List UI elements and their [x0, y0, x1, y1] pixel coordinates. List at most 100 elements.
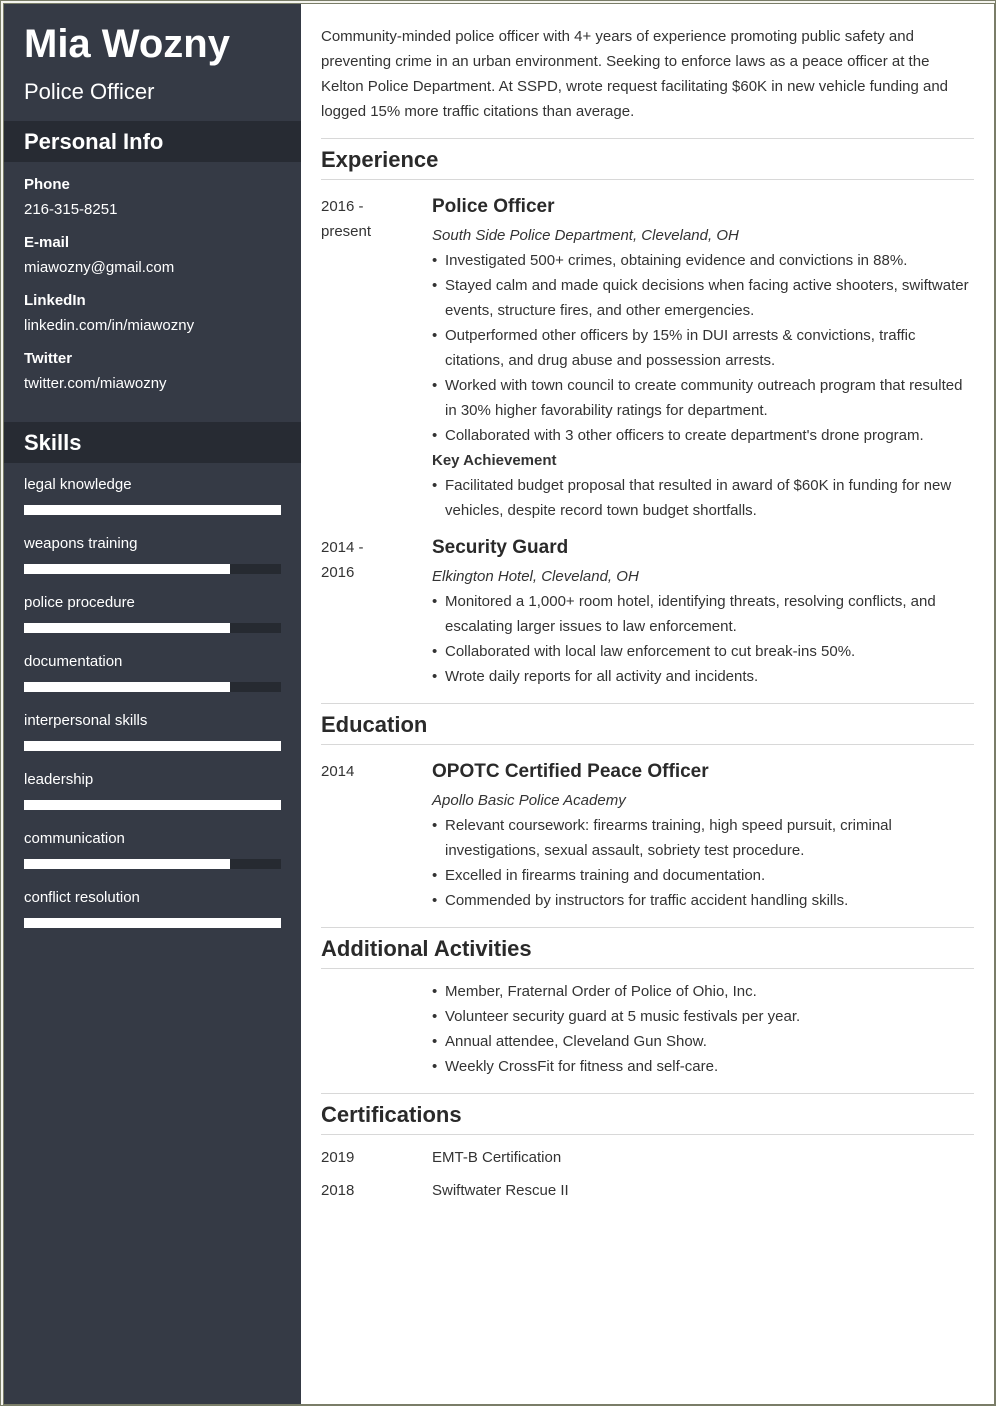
skill-level-fill [24, 564, 230, 574]
entry-body: Security Guard Elkington Hotel, Clevelan… [432, 535, 974, 689]
entry-date: 2014 - 2016 [321, 535, 432, 689]
skill-level-fill [24, 859, 230, 869]
skills-list: legal knowledge weapons training police pr… [4, 463, 301, 947]
skill-label: communication [24, 830, 125, 847]
bullet-item: Weekly CrossFit for fitness and self-car… [432, 1054, 974, 1079]
activities-entry: Member, Fraternal Order of Police of Ohi… [321, 969, 974, 1079]
experience-entry: 2016 - present Police Officer South Side… [321, 180, 974, 523]
twitter-link[interactable]: twitter.com/miawozny [24, 374, 281, 399]
job-title: Security Guard [432, 537, 569, 558]
bullet-list: Monitored a 1,000+ room hotel, identifyi… [432, 589, 974, 689]
sidebar-header: Mia Wozny Police Officer [4, 4, 301, 121]
skills-heading: Skills [4, 422, 301, 463]
cert-name: Swiftwater Rescue II [432, 1182, 569, 1199]
cert-year: 2019 [321, 1149, 355, 1166]
skill-level-fill [24, 505, 281, 515]
bullet-item: Investigated 500+ crimes, obtaining evid… [432, 248, 974, 273]
cert-row: 2018 Swiftwater Rescue II [321, 1174, 974, 1207]
skill-level-fill [24, 682, 230, 692]
experience-heading: Experience [321, 139, 974, 180]
bullet-item: Stayed calm and made quick decisions whe… [432, 273, 974, 323]
bullet-item: Collaborated with 3 other officers to cr… [432, 423, 974, 448]
experience-section: Experience 2016 - present Police Officer… [321, 139, 974, 704]
personal-info-list: Phone 216-315-8251 E-mail miawozny@gmail… [4, 162, 301, 422]
skill-level-fill [24, 623, 230, 633]
activities-heading: Additional Activities [321, 928, 974, 969]
skill-item: legal knowledge [24, 475, 281, 534]
skill-item: documentation [24, 652, 281, 711]
bullet-item: Annual attendee, Cleveland Gun Show. [432, 1029, 974, 1054]
skill-label: interpersonal skills [24, 712, 148, 729]
skill-label: conflict resolution [24, 889, 140, 906]
candidate-title: Police Officer [24, 79, 155, 104]
skill-level-bar [24, 623, 281, 633]
skill-level-bar [24, 505, 281, 515]
date-start: 2016 - [321, 198, 364, 215]
entry-body: Police Officer South Side Police Departm… [432, 194, 974, 523]
skill-item: conflict resolution [24, 888, 281, 947]
skill-level-bar [24, 682, 281, 692]
entry-body: Member, Fraternal Order of Police of Ohi… [432, 979, 974, 1079]
key-achievement-list: Facilitated budget proposal that resulte… [432, 473, 974, 523]
certifications-section: Certifications 2019 EMT-B Certification … [321, 1094, 974, 1221]
linkedin-link[interactable]: linkedin.com/in/miawozny [24, 316, 281, 341]
bullet-item: Worked with town council to create commu… [432, 373, 974, 423]
bullet-item: Collaborated with local law enforcement … [432, 639, 974, 664]
info-item-twitter: Twitter twitter.com/miawozny [24, 349, 281, 399]
bullet-item: Volunteer security guard at 5 music fest… [432, 1004, 974, 1029]
bullet-item: Relevant coursework: firearms training, … [432, 813, 974, 863]
entry-date: 2016 - present [321, 194, 432, 523]
date-start: 2014 - [321, 539, 364, 556]
info-item-email: E-mail miawozny@gmail.com [24, 233, 281, 283]
bullet-item: Commended by instructors for traffic acc… [432, 888, 974, 913]
education-section: Education 2014 OPOTC Certified Peace Off… [321, 704, 974, 928]
skill-label: legal knowledge [24, 476, 132, 493]
entry-body: OPOTC Certified Peace Officer Apollo Bas… [432, 759, 974, 913]
info-label: Phone [24, 176, 70, 193]
cert-name: EMT-B Certification [432, 1149, 562, 1166]
skill-level-fill [24, 918, 281, 928]
bullet-item: Wrote daily reports for all activity and… [432, 664, 974, 689]
skill-label: weapons training [24, 535, 138, 552]
date-end: present [321, 223, 372, 240]
skill-level-fill [24, 741, 281, 751]
info-label: Twitter [24, 350, 73, 367]
bullet-item: Outperformed other officers by 15% in DU… [432, 323, 974, 373]
skill-item: interpersonal skills [24, 711, 281, 770]
date-end: 2016 [321, 564, 355, 581]
bullet-item: Member, Fraternal Order of Police of Ohi… [432, 979, 974, 1004]
page-frame: Mia Wozny Police Officer Personal Info P… [0, 0, 996, 1406]
employer: Elkington Hotel, Cleveland, OH [432, 568, 639, 585]
degree-title: OPOTC Certified Peace Officer [432, 761, 709, 782]
institution: Apollo Basic Police Academy [432, 792, 626, 809]
bullet-list: Member, Fraternal Order of Police of Ohi… [432, 979, 974, 1079]
skill-item: leadership [24, 770, 281, 829]
skill-label: documentation [24, 653, 123, 670]
candidate-name: Mia Wozny [24, 22, 230, 66]
key-achievement-label: Key Achievement [432, 452, 557, 469]
skill-level-bar [24, 741, 281, 751]
certifications-heading: Certifications [321, 1094, 974, 1135]
skill-level-bar [24, 564, 281, 574]
info-label: LinkedIn [24, 292, 86, 309]
skill-label: leadership [24, 771, 94, 788]
main-content: Community-minded police officer with 4+ … [321, 4, 974, 1221]
info-item-linkedin: LinkedIn linkedin.com/in/miawozny [24, 291, 281, 341]
resume-page: Mia Wozny Police Officer Personal Info P… [3, 3, 995, 1405]
skill-item: weapons training [24, 534, 281, 593]
bullet-item: Monitored a 1,000+ room hotel, identifyi… [432, 589, 974, 639]
job-title: Police Officer [432, 196, 555, 217]
skill-label: police procedure [24, 594, 135, 611]
cert-row: 2019 EMT-B Certification [321, 1141, 974, 1174]
email-link[interactable]: miawozny@gmail.com [24, 258, 281, 283]
bullet-list: Investigated 500+ crimes, obtaining evid… [432, 248, 974, 448]
skill-item: police procedure [24, 593, 281, 652]
skill-level-fill [24, 800, 281, 810]
skill-level-bar [24, 859, 281, 869]
bullet-item: Excelled in firearms training and docume… [432, 863, 974, 888]
experience-entry: 2014 - 2016 Security Guard Elkington Hot… [321, 523, 974, 689]
cert-list: 2019 EMT-B Certification 2018 Swiftwater… [321, 1135, 974, 1207]
info-item-phone: Phone 216-315-8251 [24, 175, 281, 225]
skill-level-bar [24, 800, 281, 810]
skill-level-bar [24, 918, 281, 928]
